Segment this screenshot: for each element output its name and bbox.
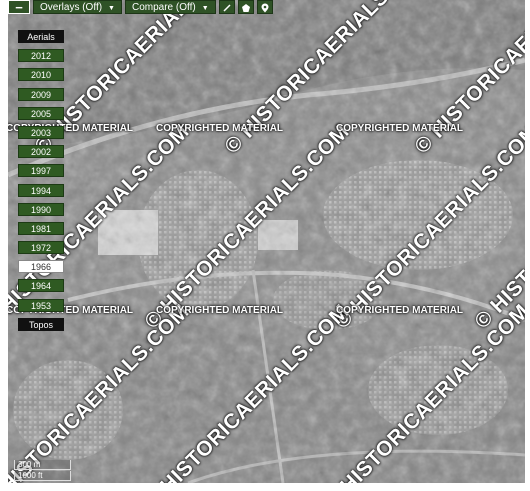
marker-icon[interactable] — [256, 0, 273, 14]
chevron-down-icon: ▼ — [201, 5, 209, 12]
year-button-1990[interactable]: 1990 — [18, 202, 64, 216]
year-button-2010[interactable]: 2010 — [18, 68, 64, 82]
year-button-2003[interactable]: 2003 — [18, 125, 64, 139]
year-button-1972[interactable]: 1972 — [18, 241, 64, 255]
year-selector: Aerials 2012 2010 2009 2005 2003 2002 19… — [18, 30, 64, 337]
year-button-1964[interactable]: 1964 — [18, 279, 64, 293]
scale-imperial: 1000 ft — [14, 471, 71, 481]
overlays-dropdown[interactable]: Overlays (Off) ▼ — [33, 0, 122, 14]
year-button-2005[interactable]: 2005 — [18, 106, 64, 120]
year-button-1997[interactable]: 1997 — [18, 164, 64, 178]
year-button-1981[interactable]: 1981 — [18, 221, 64, 235]
aerial-map[interactable]: © HISTORICAERIALS.COM © HISTORICAERIALS.… — [8, 0, 525, 483]
compare-label: Compare (Off) — [131, 2, 196, 13]
year-button-1994[interactable]: 1994 — [18, 183, 64, 197]
year-button-2009[interactable]: 2009 — [18, 87, 64, 101]
year-button-2002[interactable]: 2002 — [18, 145, 64, 159]
chevron-down-icon: ▼ — [108, 5, 115, 12]
scale-bar: 300 m 1000 ft — [14, 459, 71, 481]
topos-header[interactable]: Topos — [18, 317, 64, 331]
zoom-out-button[interactable]: − — [8, 0, 30, 15]
year-button-1966-selected[interactable]: 1966 — [18, 260, 64, 274]
aerial-photo — [8, 0, 525, 483]
ruler-icon[interactable] — [218, 0, 235, 14]
year-button-1953[interactable]: 1953 — [18, 298, 64, 312]
scale-metric: 300 m — [14, 460, 71, 470]
aerials-header[interactable]: Aerials — [18, 30, 64, 43]
polygon-icon[interactable] — [237, 0, 254, 14]
overlays-label: Overlays (Off) — [40, 2, 103, 13]
compare-dropdown[interactable]: Compare (Off) ▼ — [124, 0, 216, 14]
year-button-2012[interactable]: 2012 — [18, 49, 64, 63]
map-toolbar: − Overlays (Off) ▼ Compare (Off) ▼ — [8, 0, 273, 15]
